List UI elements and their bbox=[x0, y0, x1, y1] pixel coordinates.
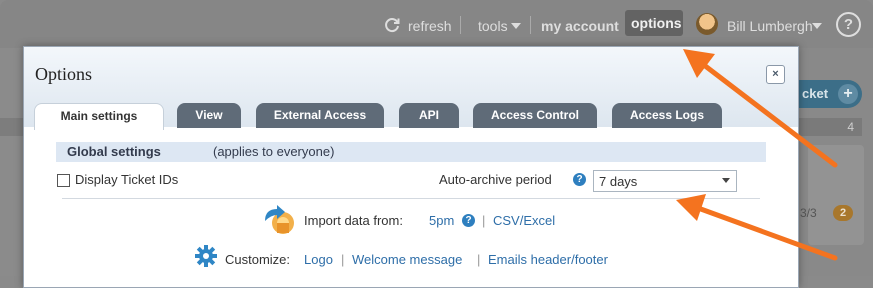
help-badge-icon[interactable]: ? bbox=[573, 173, 586, 186]
nav-divider bbox=[530, 16, 531, 34]
tab-access-logs[interactable]: Access Logs bbox=[612, 103, 722, 128]
chevron-down-icon[interactable] bbox=[511, 23, 521, 29]
ticket-card bbox=[808, 145, 864, 245]
import-icon bbox=[265, 205, 294, 234]
ticket-ratio: 3/3 bbox=[800, 206, 817, 220]
tools-menu[interactable]: tools bbox=[478, 18, 508, 34]
customize-welcome-link[interactable]: Welcome message bbox=[352, 252, 462, 267]
avatar[interactable] bbox=[696, 13, 718, 35]
help-badge-icon[interactable]: ? bbox=[462, 214, 475, 227]
options-label: options bbox=[631, 15, 682, 31]
tab-view[interactable]: View bbox=[177, 103, 241, 128]
display-ticket-ids-checkbox[interactable] bbox=[57, 174, 70, 187]
refresh-icon[interactable] bbox=[383, 16, 401, 34]
new-ticket-label: cket bbox=[802, 86, 829, 101]
background-strip bbox=[0, 118, 25, 136]
customize-logo-link[interactable]: Logo bbox=[304, 252, 333, 267]
background-panel-left bbox=[0, 48, 25, 276]
user-menu[interactable]: Bill Lumbergh bbox=[727, 18, 813, 34]
import-label: Import data from: bbox=[304, 213, 403, 228]
display-ticket-ids-label[interactable]: Display Ticket IDs bbox=[75, 172, 178, 187]
link-separator: | bbox=[341, 252, 345, 267]
nav-divider bbox=[460, 16, 461, 34]
my-account-link[interactable]: my account bbox=[541, 18, 619, 34]
tab-main-settings[interactable]: Main settings bbox=[34, 103, 164, 130]
import-5pm-link[interactable]: 5pm bbox=[429, 213, 454, 228]
auto-archive-label: Auto-archive period bbox=[439, 172, 552, 187]
options-dialog: Options × Main settings View External Ac… bbox=[23, 46, 799, 288]
refresh-link[interactable]: refresh bbox=[408, 18, 452, 34]
customize-emails-link[interactable]: Emails header/footer bbox=[488, 252, 608, 267]
auto-archive-value: 7 days bbox=[599, 174, 638, 189]
ticket-count-bar: 4 bbox=[797, 118, 862, 136]
top-navigation-bar: refresh tools my account options Bill Lu… bbox=[0, 0, 873, 48]
import-csv-link[interactable]: CSV/Excel bbox=[493, 213, 555, 228]
tab-access-control[interactable]: Access Control bbox=[473, 103, 597, 128]
global-settings-title: Global settings bbox=[67, 144, 161, 159]
customize-label: Customize: bbox=[225, 252, 291, 267]
ticket-count: 4 bbox=[847, 120, 854, 134]
help-icon[interactable]: ? bbox=[836, 12, 861, 37]
section-divider bbox=[62, 198, 760, 199]
comment-badge: 2 bbox=[833, 205, 853, 221]
close-icon[interactable]: × bbox=[766, 65, 785, 84]
dialog-title: Options bbox=[35, 64, 93, 84]
gear-icon bbox=[195, 245, 217, 267]
chevron-down-icon[interactable] bbox=[812, 23, 822, 29]
auto-archive-select[interactable]: 7 days bbox=[593, 170, 737, 192]
link-separator: | bbox=[482, 213, 486, 228]
chevron-down-icon bbox=[722, 178, 730, 183]
global-settings-heading: Global settings (applies to everyone) bbox=[56, 142, 766, 162]
tab-api[interactable]: API bbox=[399, 103, 459, 128]
global-settings-note: (applies to everyone) bbox=[213, 144, 335, 159]
tab-external-access[interactable]: External Access bbox=[256, 103, 384, 128]
options-button[interactable]: options bbox=[625, 10, 683, 36]
plus-icon: + bbox=[838, 84, 858, 104]
link-separator: | bbox=[477, 252, 481, 267]
